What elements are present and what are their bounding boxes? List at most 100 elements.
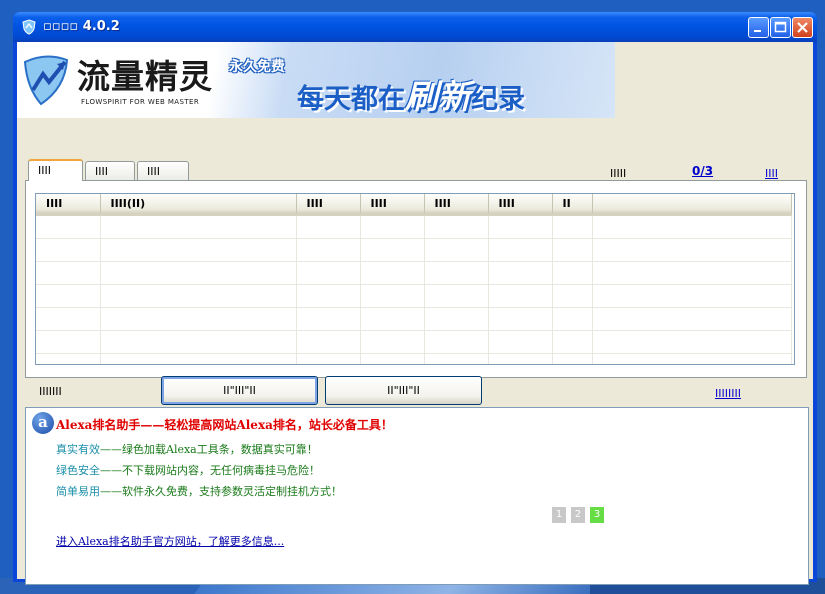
table-cell (488, 330, 553, 354)
slogan-part-c: 纪录 (471, 84, 525, 115)
table-cell (592, 238, 792, 262)
table-cell (424, 214, 489, 239)
close-icon (797, 22, 808, 33)
table-cell (592, 261, 792, 285)
tab-1[interactable]: IIII (28, 159, 83, 181)
app-window: ▫▫▫▫ 4.0.2 流量精灵 FLOWSPIRIT FOR WEB MASTE… (13, 12, 817, 585)
top-right-link[interactable]: IIII (765, 167, 778, 180)
maximize-icon (774, 21, 787, 33)
table-cell (424, 307, 489, 331)
banner[interactable]: 流量精灵 FLOWSPIRIT FOR WEB MASTER 永久免费 每天都在… (17, 42, 615, 118)
table-cell (296, 238, 361, 262)
table-row[interactable] (36, 238, 792, 262)
table-row[interactable] (36, 261, 792, 285)
minimize-button[interactable] (748, 17, 769, 38)
table-row[interactable] (36, 214, 792, 239)
table-cell (296, 284, 361, 308)
table-cell (552, 330, 593, 354)
tab-2[interactable]: IIII (85, 161, 135, 181)
table-cell (360, 284, 425, 308)
table-row[interactable] (36, 284, 792, 308)
info-line-key: 绿色安全 (56, 464, 100, 477)
column-header[interactable]: IIII (424, 194, 489, 216)
column-header[interactable]: IIII (296, 194, 361, 216)
free-tag: 永久免费 (229, 59, 285, 75)
counter-label: IIIII (610, 167, 627, 180)
app-shield-icon (22, 19, 36, 35)
info-line: 真实有效——绿色加载Alexa工具条，数据真实可靠！ (56, 441, 318, 457)
table-cell (592, 284, 792, 308)
counter-value[interactable]: 0/3 (692, 164, 713, 178)
alexa-logo-icon: a (32, 412, 54, 434)
table-cell (488, 214, 553, 239)
table-cell (360, 330, 425, 354)
table-cell (552, 284, 593, 308)
task-table[interactable]: IIII IIII(II) IIII IIII IIII IIII II (35, 193, 795, 365)
column-header[interactable]: IIII(II) (100, 194, 297, 216)
info-line-text: ——软件永久免费，支持参数灵活定制挂机方式！ (100, 485, 342, 498)
table-cell (36, 330, 101, 354)
slogan-part-b: 刷新 (405, 77, 471, 116)
close-button[interactable] (792, 17, 813, 38)
table-cell (36, 307, 101, 331)
table-cell (360, 214, 425, 239)
table-header: IIII IIII(II) IIII IIII IIII IIII II (36, 194, 792, 216)
table-cell (552, 307, 593, 331)
tab-3[interactable]: IIII (137, 161, 189, 181)
table-cell (488, 238, 553, 262)
table-cell (552, 261, 593, 285)
action-button-1[interactable]: II"III"II (161, 376, 318, 405)
table-cell (592, 353, 792, 364)
info-line: 简单易用——软件永久免费，支持参数灵活定制挂机方式！ (56, 483, 342, 499)
maximize-button[interactable] (770, 17, 791, 38)
info-line-key: 真实有效 (56, 443, 100, 456)
info-title: Alexa排名助手——轻松提高网站Alexa排名，站长必备工具！ (56, 418, 393, 432)
table-row[interactable] (36, 330, 792, 354)
column-header[interactable]: II (552, 194, 593, 216)
minimize-icon (754, 30, 761, 32)
table-cell (100, 353, 297, 364)
pager-2[interactable]: 2 (571, 507, 585, 523)
tab-panel: IIII IIII(II) IIII IIII IIII IIII II (25, 180, 807, 378)
table-row[interactable] (36, 353, 792, 364)
footer-link[interactable]: IIIIIIII (715, 387, 741, 400)
table-cell (100, 238, 297, 262)
table-cell (36, 353, 101, 364)
table-cell (296, 261, 361, 285)
pager-3[interactable]: 3 (590, 507, 604, 523)
table-cell (100, 214, 297, 239)
table-cell (296, 307, 361, 331)
table-cell (488, 284, 553, 308)
column-header (592, 194, 792, 216)
table-cell (100, 330, 297, 354)
table-cell (424, 238, 489, 262)
table-cell (552, 214, 593, 239)
table-cell (360, 307, 425, 331)
table-cell (424, 330, 489, 354)
table-cell (592, 214, 792, 239)
column-header[interactable]: IIII (488, 194, 553, 216)
table-cell (296, 330, 361, 354)
table-cell (424, 261, 489, 285)
table-cell (360, 261, 425, 285)
table-cell (36, 214, 101, 239)
logo-subtitle: FLOWSPIRIT FOR WEB MASTER (81, 98, 200, 106)
pager-1[interactable]: 1 (552, 507, 566, 523)
logo-title: 流量精灵 (77, 57, 213, 96)
window-title: ▫▫▫▫ 4.0.2 (43, 19, 120, 34)
table-cell (424, 284, 489, 308)
alexa-site-link[interactable]: 进入Alexa排名助手官方网站，了解更多信息... (56, 533, 284, 549)
action-button-2[interactable]: II"III"II (325, 376, 482, 405)
column-header[interactable]: IIII (36, 194, 101, 216)
table-cell (36, 261, 101, 285)
table-row[interactable] (36, 307, 792, 331)
column-header[interactable]: IIII (360, 194, 425, 216)
status-text: IIIIIII (39, 385, 62, 398)
table-cell (36, 284, 101, 308)
table-cell (296, 353, 361, 364)
table-cell (360, 238, 425, 262)
info-line: 绿色安全——不下载网站内容，无任何病毒挂马危险！ (56, 462, 320, 478)
table-cell (100, 307, 297, 331)
title-bar[interactable]: ▫▫▫▫ 4.0.2 (13, 12, 817, 42)
info-line-text: ——绿色加载Alexa工具条，数据真实可靠！ (100, 443, 318, 456)
